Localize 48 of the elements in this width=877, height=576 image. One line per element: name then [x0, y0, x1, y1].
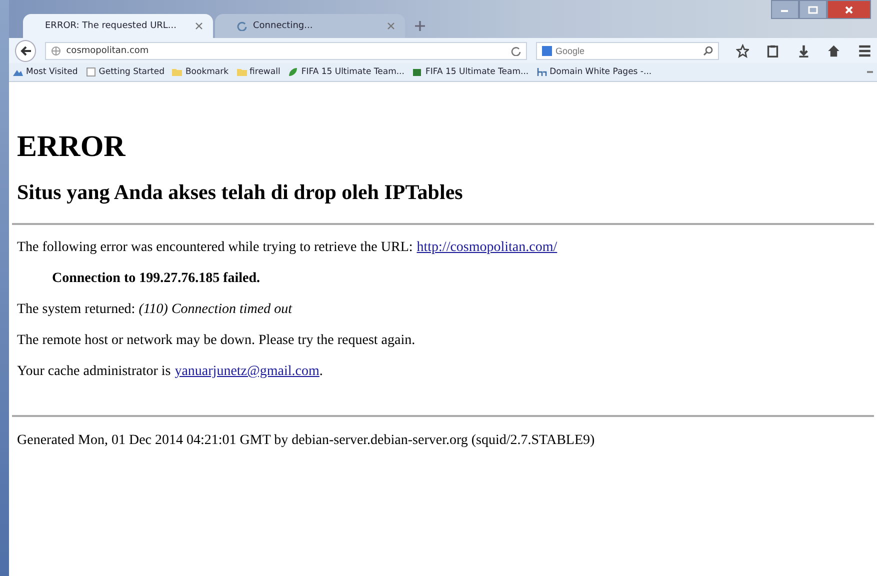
bookmark-item[interactable]: FIFA 15 Ultimate Team...	[288, 67, 404, 77]
search-field[interactable]: Google	[536, 42, 719, 60]
home-icon[interactable]	[827, 44, 841, 58]
bookmark-item[interactable]: Most Visited	[13, 67, 78, 77]
close-icon[interactable]	[827, 0, 871, 19]
bookmark-item[interactable]: Bookmark	[172, 67, 229, 77]
bookmark-item[interactable]: firewall	[236, 67, 280, 77]
new-tab-icon[interactable]	[415, 21, 425, 31]
reload-icon[interactable]	[510, 46, 521, 56]
link[interactable]: http://cosmopolitan.com/	[416, 240, 558, 255]
paragraph-text: The following error was encountered while trying to retrieve the URL: http://cosmopolitan.com/	[17, 240, 558, 256]
back-arrow-icon	[20, 44, 32, 56]
download-icon[interactable]	[796, 44, 810, 58]
globe-icon	[51, 46, 62, 56]
folder-icon	[236, 67, 247, 77]
clipboard-icon[interactable]	[766, 44, 780, 58]
paragraph-text: The system returned: (110) Connection timed out	[17, 302, 294, 318]
search-engine-icon[interactable]	[542, 46, 552, 56]
back-button[interactable]	[15, 40, 36, 62]
close-icon[interactable]	[387, 22, 395, 30]
maximize-icon[interactable]	[799, 0, 827, 19]
url-text: cosmopolitan.com	[66, 46, 150, 56]
minimize-icon[interactable]	[771, 0, 799, 19]
link[interactable]: yanuarjunetz@gmail.com	[174, 364, 320, 379]
folder-icon	[172, 67, 182, 77]
address-bar[interactable]: cosmopolitan.com	[45, 42, 527, 60]
close-icon[interactable]	[195, 22, 203, 30]
bookmark-item[interactable]: Getting Started	[86, 67, 164, 77]
footer-text: Generated Mon, 01 Dec 2014 04:21:01 GMT by debian-server.debian-server.org (squid/2.7.STABLE9)	[17, 433, 596, 449]
tab-title: Connecting...	[253, 21, 314, 31]
leaf-icon	[288, 67, 298, 77]
page-subheading: Situs yang Anda akses telah di drop oleh IPTables	[17, 180, 464, 205]
search-icon[interactable]	[702, 46, 713, 56]
loading-icon	[237, 21, 247, 31]
browser-tab[interactable]: Connecting...	[215, 14, 405, 38]
paragraph-text: The remote host or network may be down. Please try the request again.	[17, 333, 416, 349]
bookmark-icon	[86, 67, 96, 77]
paragraph-text: Your cache administrator is yanuarjunetz@gmail.com.	[17, 364, 324, 380]
page-heading: ERROR	[17, 130, 126, 164]
browser-tab[interactable]: ERROR: The requested URL...	[23, 14, 213, 38]
error-message: Connection to 199.27.76.185 failed.	[52, 271, 262, 287]
bookmark-item[interactable]: Domain White Pages -...	[536, 67, 652, 77]
bookmark-item[interactable]: FIFA 15 Ultimate Team...	[412, 67, 529, 77]
star-icon[interactable]	[736, 44, 750, 58]
bookmark-icon	[412, 67, 422, 77]
tab-title: ERROR: The requested URL...	[45, 21, 178, 31]
bookmark-icon	[536, 67, 547, 77]
menu-icon[interactable]	[858, 44, 872, 58]
